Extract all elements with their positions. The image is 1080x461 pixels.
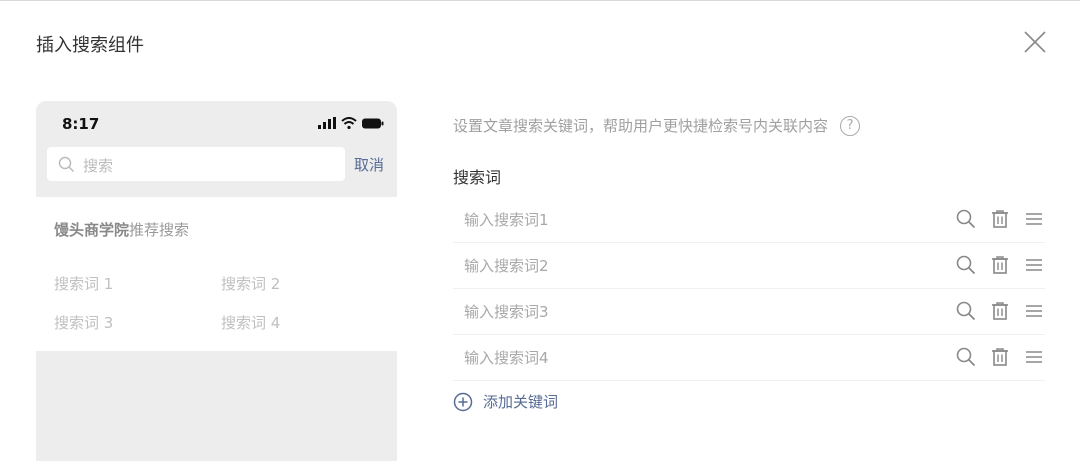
trash-icon[interactable]	[989, 300, 1011, 322]
recommended-search-title: 馒头商学院推荐搜索	[54, 219, 189, 240]
add-keyword-label: 添加关键词	[483, 393, 559, 411]
status-icons	[318, 117, 384, 129]
close-icon	[1024, 31, 1046, 53]
preview-search-box[interactable]: 搜索	[47, 147, 345, 181]
insert-search-component-dialog: 插入搜索组件 8:17 搜索 取消 馒头商学院推荐搜索 搜索词 1 搜索词 2 …	[0, 0, 1080, 461]
trash-icon[interactable]	[989, 254, 1011, 276]
settings-hint-text: 设置文章搜索关键词，帮助用户更快捷检索号内关联内容	[453, 117, 829, 135]
recommended-keyword[interactable]: 搜索词 4	[221, 312, 280, 333]
battery-icon	[362, 118, 384, 128]
recommended-search-panel: 馒头商学院推荐搜索 搜索词 1 搜索词 2 搜索词 3 搜索词 4	[36, 197, 397, 351]
keyword-input[interactable]	[453, 198, 933, 242]
status-time: 8:17	[62, 115, 100, 133]
close-button[interactable]	[1021, 28, 1049, 56]
wifi-icon	[341, 117, 357, 129]
keyword-input[interactable]	[453, 290, 933, 334]
trash-icon[interactable]	[989, 208, 1011, 230]
search-icon	[58, 156, 75, 173]
add-keyword-button[interactable]: 添加关键词	[453, 391, 558, 412]
keyword-row	[453, 336, 1045, 381]
recommended-search-label: 推荐搜索	[129, 221, 190, 239]
keyword-input[interactable]	[453, 336, 933, 380]
search-icon[interactable]	[955, 300, 977, 322]
trash-icon[interactable]	[989, 346, 1011, 368]
keyword-input[interactable]	[453, 244, 933, 288]
phone-preview: 8:17 搜索 取消 馒头商学院推荐搜索 搜索词 1 搜索词 2 搜索词 3 搜…	[36, 101, 397, 461]
keyword-list	[453, 198, 1045, 382]
preview-search-placeholder: 搜索	[83, 157, 114, 175]
preview-cancel-link[interactable]: 取消	[354, 154, 384, 175]
search-icon[interactable]	[955, 346, 977, 368]
signal-icon	[318, 117, 336, 129]
drag-handle-icon[interactable]	[1023, 346, 1045, 368]
recommended-keyword[interactable]: 搜索词 2	[221, 273, 280, 294]
dialog-title: 插入搜索组件	[36, 35, 144, 56]
keyword-row-actions	[955, 254, 1045, 276]
question-circle-icon[interactable]: ?	[840, 115, 861, 136]
keyword-row	[453, 290, 1045, 335]
keyword-row	[453, 198, 1045, 243]
drag-handle-icon[interactable]	[1023, 300, 1045, 322]
account-name: 馒头商学院	[54, 221, 130, 239]
search-icon[interactable]	[955, 208, 977, 230]
plus-circle-icon	[453, 392, 473, 411]
settings-hint: 设置文章搜索关键词，帮助用户更快捷检索号内关联内容 ?	[453, 115, 861, 136]
phone-empty-area	[36, 351, 397, 461]
keyword-row-actions	[955, 346, 1045, 368]
drag-handle-icon[interactable]	[1023, 208, 1045, 230]
keyword-row-actions	[955, 300, 1045, 322]
recommended-keyword[interactable]: 搜索词 1	[54, 273, 113, 294]
keyword-row	[453, 244, 1045, 289]
recommended-keyword[interactable]: 搜索词 3	[54, 312, 113, 333]
drag-handle-icon[interactable]	[1023, 254, 1045, 276]
status-bar: 8:17	[36, 101, 397, 145]
preview-search-row: 搜索 取消	[36, 145, 397, 197]
keywords-section-label: 搜索词	[453, 168, 502, 187]
keyword-row-actions	[955, 208, 1045, 230]
search-icon[interactable]	[955, 254, 977, 276]
